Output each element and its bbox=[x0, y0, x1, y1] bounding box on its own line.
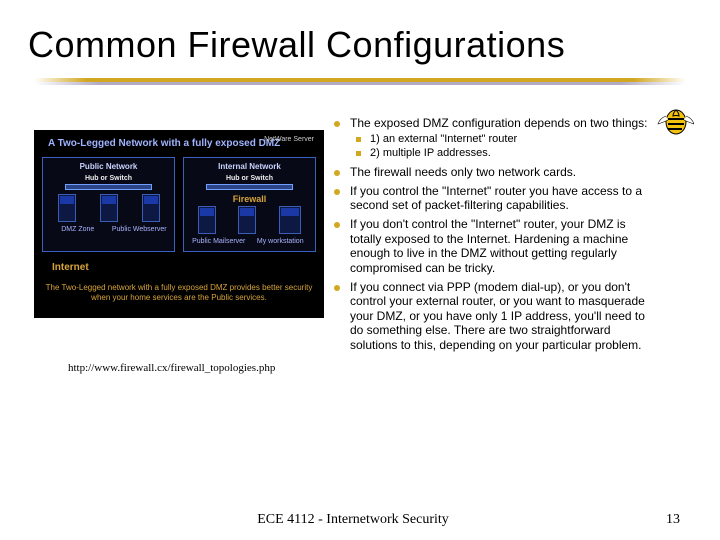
bullet-text: The firewall needs only two network card… bbox=[350, 165, 576, 179]
dmz-zone-label: DMZ Zone bbox=[47, 226, 109, 233]
server-icon bbox=[142, 194, 160, 222]
slide-title: Common Firewall Configurations bbox=[0, 0, 720, 74]
page-number: 13 bbox=[666, 512, 680, 528]
bullet-text: If you connect via PPP (modem dial-up), … bbox=[350, 280, 645, 353]
public-network-title: Public Network bbox=[47, 162, 170, 171]
sub-bullet-item: 2) multiple IP addresses. bbox=[352, 147, 660, 161]
content-row: A Two-Legged Network with a fully expose… bbox=[0, 88, 720, 374]
netware-server-label: NetWare Server bbox=[264, 136, 314, 143]
public-mailserver-label: Public Mailserver bbox=[188, 238, 250, 245]
bullet-item: If you connect via PPP (modem dial-up), … bbox=[332, 280, 660, 353]
hub-icon bbox=[65, 184, 152, 190]
public-webserver-label: Public Webserver bbox=[109, 226, 171, 233]
dmz-network-diagram: A Two-Legged Network with a fully expose… bbox=[34, 130, 324, 318]
title-divider bbox=[34, 78, 686, 88]
diagram-wrap: A Two-Legged Network with a fully expose… bbox=[34, 112, 324, 374]
server-icon bbox=[58, 194, 76, 222]
bullet-item: If you control the "Internet" router you… bbox=[332, 184, 660, 213]
hub-label: Hub or Switch bbox=[47, 175, 170, 182]
workstation-label: My workstation bbox=[250, 238, 312, 245]
hub-label: Hub or Switch bbox=[188, 175, 311, 182]
footer-center-text: ECE 4112 - Internetwork Security bbox=[40, 512, 666, 528]
public-network-col: Public Network Hub or Switch DMZ Zone Pu… bbox=[42, 157, 175, 252]
slide-footer: ECE 4112 - Internetwork Security 13 bbox=[0, 512, 720, 528]
sub-bullet-item: 1) an external "Internet" router bbox=[352, 133, 660, 147]
sub-bullet-list: 1) an external "Internet" router 2) mult… bbox=[352, 133, 660, 162]
bullet-list: The exposed DMZ configuration depends on… bbox=[332, 112, 660, 357]
server-icon bbox=[198, 206, 216, 234]
workstation-icon bbox=[279, 206, 301, 234]
server-icon bbox=[100, 194, 118, 222]
diagram-caption: The Two-Legged network with a fully expo… bbox=[42, 283, 316, 304]
hub-icon bbox=[206, 184, 293, 190]
bullet-text: If you control the "Internet" router you… bbox=[350, 184, 642, 213]
image-source-url: http://www.firewall.cx/firewall_topologi… bbox=[68, 362, 324, 374]
internal-network-col: Internal Network Hub or Switch Firewall … bbox=[183, 157, 316, 252]
bullet-item: The firewall needs only two network card… bbox=[332, 165, 660, 180]
server-icon bbox=[238, 206, 256, 234]
firewall-label: Firewall bbox=[188, 194, 311, 204]
internal-network-title: Internal Network bbox=[188, 162, 311, 171]
sub-bullet-text: 1) an external "Internet" router bbox=[370, 133, 517, 145]
bullet-item: If you don't control the "Internet" rout… bbox=[332, 217, 660, 276]
internet-label: Internet bbox=[52, 262, 316, 273]
bullet-text: If you don't control the "Internet" rout… bbox=[350, 217, 628, 275]
bullet-text: The exposed DMZ configuration depends on… bbox=[350, 116, 648, 130]
bullet-item: The exposed DMZ configuration depends on… bbox=[332, 116, 660, 161]
sub-bullet-text: 2) multiple IP addresses. bbox=[370, 147, 491, 159]
gt-buzz-mascot-icon bbox=[654, 100, 694, 140]
